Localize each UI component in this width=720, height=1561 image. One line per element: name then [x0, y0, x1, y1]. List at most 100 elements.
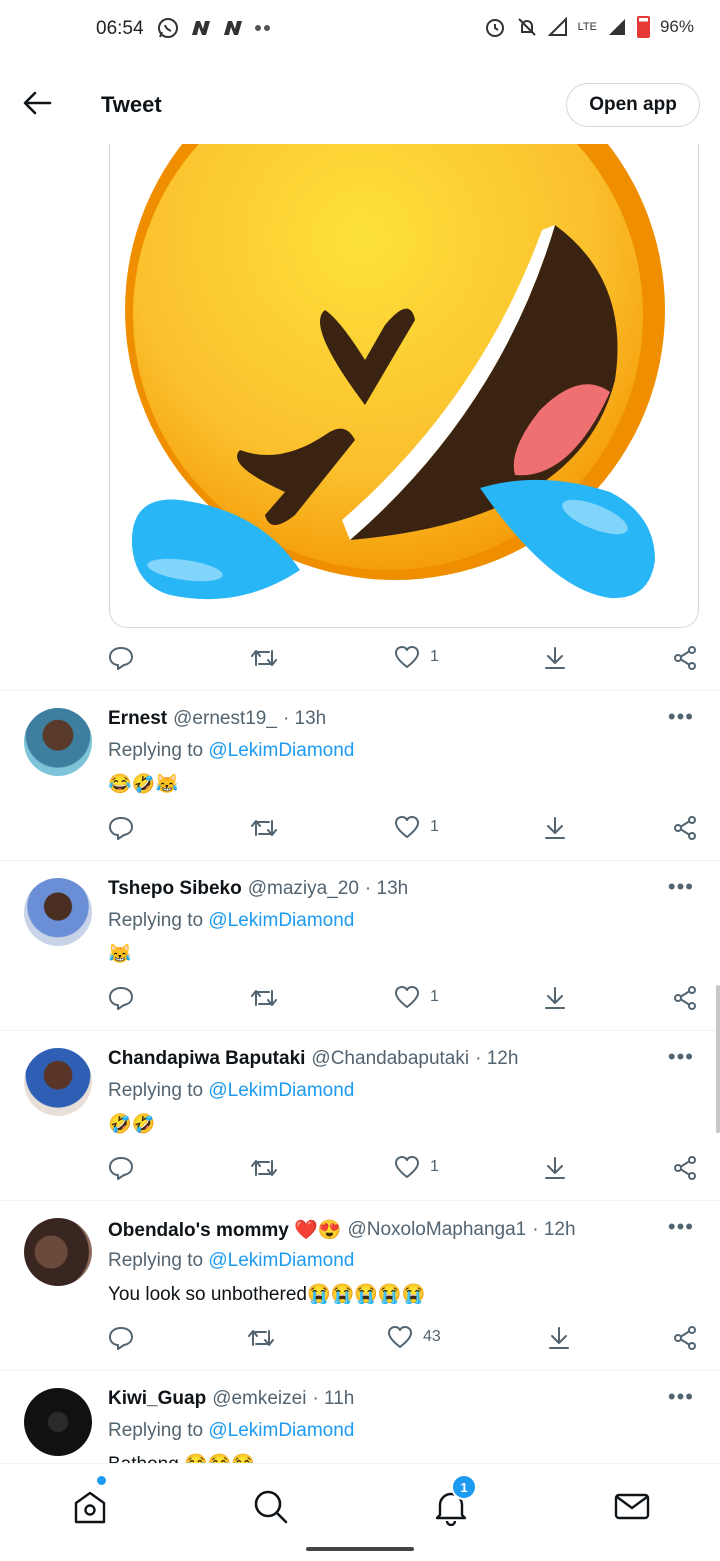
n-icon [192, 21, 210, 35]
reply-tweet[interactable]: Obendalo's mommy ❤️😍 @NoxoloMaphanga1 · … [0, 1200, 720, 1370]
more-options-icon[interactable]: ••• [668, 1386, 694, 1408]
like-button[interactable]: 1 [394, 985, 439, 1009]
user-name[interactable]: Tshepo Sibeko [108, 878, 242, 900]
heart-icon [395, 986, 419, 1008]
retweet-button[interactable] [249, 985, 279, 1011]
download-icon [545, 647, 565, 669]
tweet-actions: 1 [108, 645, 698, 675]
retweet-icon [251, 820, 277, 836]
like-button[interactable]: 1 [394, 645, 439, 669]
download-button[interactable] [542, 815, 568, 841]
more-dots-icon [255, 25, 270, 31]
retweet-button[interactable] [249, 815, 279, 841]
status-bar: 06:54 LTE 96% [0, 0, 720, 60]
back-arrow-icon[interactable] [22, 90, 52, 116]
notification-badge: 1 [451, 1474, 477, 1500]
retweet-button[interactable] [249, 1155, 279, 1181]
share-button[interactable] [672, 1155, 698, 1181]
top-bar: Tweet Open app [0, 62, 720, 144]
download-icon [549, 1327, 569, 1349]
tweet-actions: 1 [108, 1155, 698, 1185]
more-options-icon[interactable]: ••• [668, 706, 694, 728]
avatar[interactable] [24, 1388, 92, 1456]
mention-link[interactable]: @LekimDiamond [208, 910, 354, 931]
retweet-icon [251, 650, 277, 666]
share-button[interactable] [672, 1325, 698, 1351]
search-icon[interactable] [250, 1486, 290, 1526]
rolling-on-floor-laughing-emoji [125, 120, 665, 600]
replying-to: Replying to @LekimDiamond [108, 740, 354, 762]
user-handle[interactable]: @maziya_20 [248, 878, 359, 900]
reply-tweet[interactable]: Ernest @ernest19_ · 13h ••• Replying to … [0, 690, 720, 860]
avatar[interactable] [24, 1218, 92, 1286]
heart-icon [395, 1156, 419, 1178]
avatar[interactable] [24, 1048, 92, 1116]
scrollbar[interactable] [716, 985, 720, 1133]
avatar[interactable] [24, 708, 92, 776]
like-button[interactable]: 1 [394, 815, 439, 839]
like-button[interactable]: 43 [387, 1325, 441, 1349]
share-icon [674, 1326, 696, 1350]
mention-link[interactable]: @LekimDiamond [208, 1420, 354, 1441]
reply-button[interactable] [108, 985, 134, 1011]
avatar[interactable] [24, 878, 92, 946]
gesture-bar[interactable] [306, 1547, 414, 1551]
mute-icon [517, 18, 536, 36]
page-title: Tweet [101, 92, 162, 117]
replying-prefix: Replying to [108, 740, 209, 761]
like-count: 1 [430, 1158, 439, 1175]
retweet-button[interactable] [249, 645, 279, 671]
user-name[interactable]: Kiwi_Guap [108, 1388, 206, 1410]
tweet-media[interactable] [109, 120, 699, 628]
home-icon[interactable] [70, 1486, 110, 1526]
download-button[interactable] [542, 645, 568, 671]
open-app-button[interactable]: Open app [566, 83, 700, 127]
more-options-icon[interactable]: ••• [668, 876, 694, 898]
tweet-time: · 11h [312, 1388, 355, 1409]
download-button[interactable] [546, 1325, 572, 1351]
reply-text: You look so unbothered😭😭😭😭😭 [108, 1284, 426, 1305]
user-handle[interactable]: @Chandabaputaki [311, 1048, 469, 1070]
home-unread-dot [97, 1476, 106, 1485]
replying-prefix: Replying to [108, 1250, 209, 1271]
alarm-icon [485, 19, 504, 37]
mention-link[interactable]: @LekimDiamond [208, 1080, 354, 1101]
user-name[interactable]: Obendalo's mommy ❤️😍 [108, 1218, 341, 1242]
share-button[interactable] [672, 815, 698, 841]
user-name[interactable]: Ernest [108, 708, 167, 730]
retweet-button[interactable] [246, 1325, 276, 1351]
tweet-time: · 13h [282, 708, 327, 729]
share-button[interactable] [672, 985, 698, 1011]
reply-tweet[interactable]: Chandapiwa Baputaki @Chandabaputaki · 12… [0, 1030, 720, 1200]
share-button[interactable] [672, 645, 698, 671]
user-handle[interactable]: @ernest19_ [173, 708, 277, 730]
user-name[interactable]: Chandapiwa Baputaki [108, 1048, 305, 1070]
mention-link[interactable]: @LekimDiamond [208, 1250, 354, 1271]
messages-icon[interactable] [612, 1486, 652, 1526]
reply-icon [109, 987, 133, 1010]
like-button[interactable]: 1 [394, 1155, 439, 1179]
like-count: 1 [430, 648, 439, 665]
reply-tweet[interactable]: Tshepo Sibeko @maziya_20 · 13h ••• Reply… [0, 860, 720, 1030]
reply-icon [109, 1157, 133, 1180]
status-left-icons [156, 16, 272, 40]
status-right-icons: LTE 96% [484, 16, 694, 38]
download-button[interactable] [542, 1155, 568, 1181]
reply-button[interactable] [108, 1155, 134, 1181]
mention-link[interactable]: @LekimDiamond [208, 740, 354, 761]
n-icon [224, 21, 242, 35]
more-options-icon[interactable]: ••• [668, 1046, 694, 1068]
replying-prefix: Replying to [108, 1080, 209, 1101]
user-handle[interactable]: @emkeizei [212, 1388, 306, 1410]
signal-icon [608, 19, 625, 35]
download-button[interactable] [542, 985, 568, 1011]
reply-button[interactable] [108, 815, 134, 841]
whatsapp-icon [158, 18, 178, 38]
reply-tweet[interactable]: Kiwi_Guap @emkeizei · 11h ••• Replying t… [0, 1370, 720, 1463]
reply-button[interactable] [108, 645, 134, 671]
user-handle[interactable]: @NoxoloMaphanga1 [347, 1219, 526, 1241]
share-icon [674, 1156, 696, 1180]
reply-button[interactable] [108, 1325, 134, 1351]
more-options-icon[interactable]: ••• [668, 1216, 694, 1238]
reply-header: Tshepo Sibeko @maziya_20 · 13h [108, 878, 408, 900]
